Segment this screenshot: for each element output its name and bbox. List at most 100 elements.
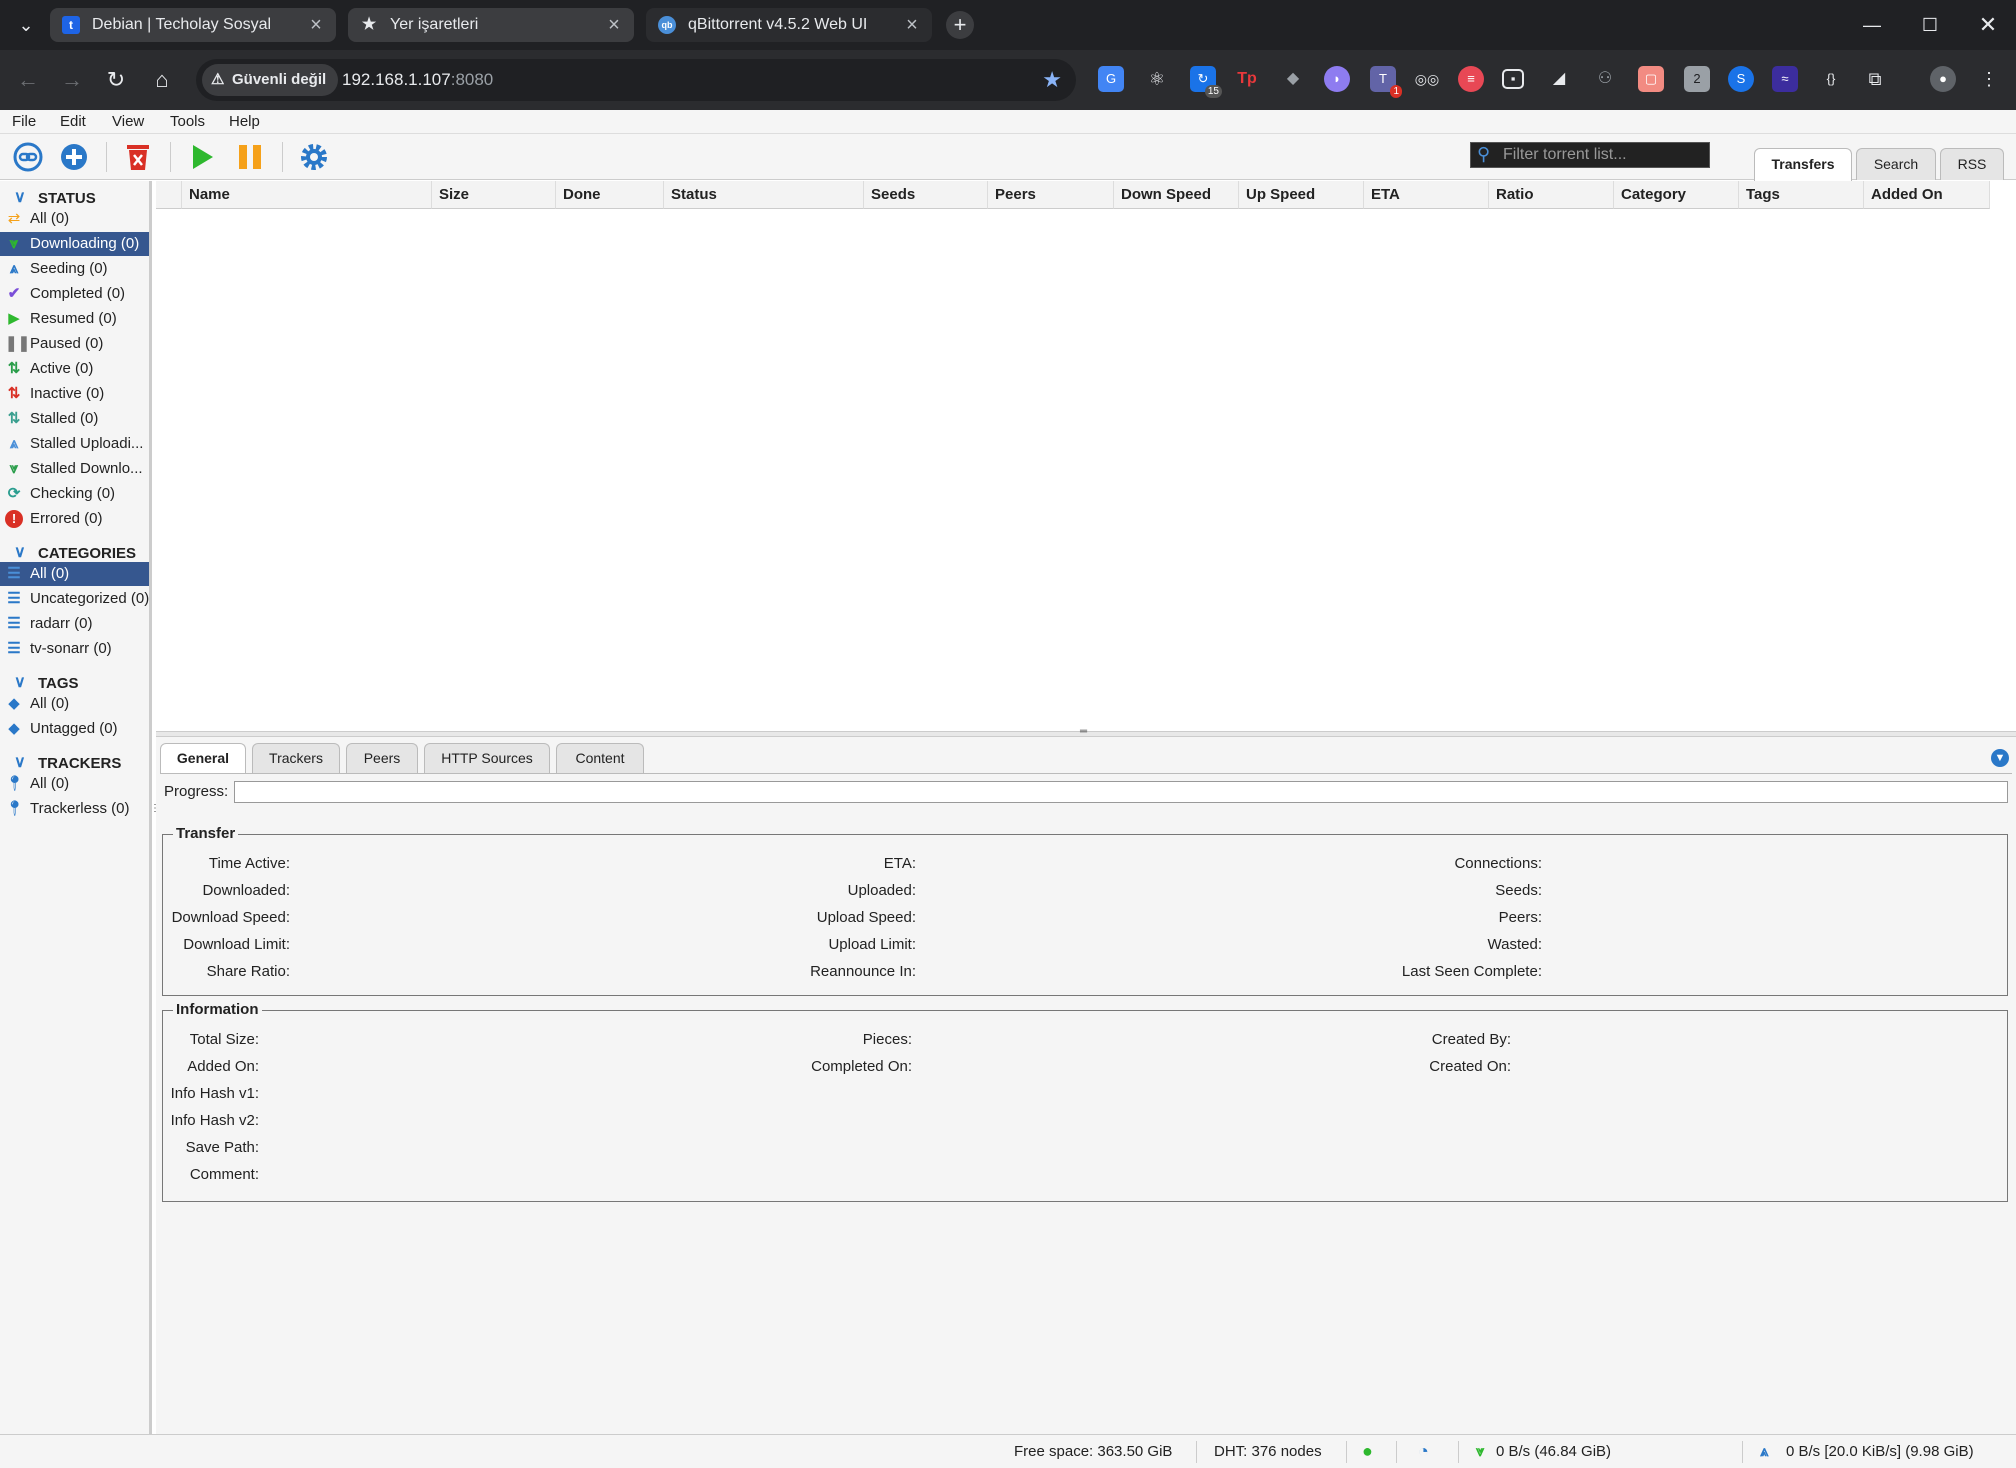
column-header-status[interactable]: Status — [664, 181, 864, 209]
profile-avatar[interactable]: ● — [1930, 66, 1956, 92]
tab-search-chevron-icon[interactable]: ⌄ — [10, 10, 42, 40]
column-header-ratio[interactable]: Ratio — [1489, 181, 1614, 209]
tag-filter-all[interactable]: ◆ All (0) — [0, 692, 149, 716]
close-tab-icon[interactable]: × — [304, 8, 328, 42]
wave-extension-icon[interactable]: ≈ — [1772, 66, 1798, 92]
people-extension-icon[interactable]: ⚇ — [1592, 66, 1618, 92]
collapse-panel-icon[interactable]: ▼ — [1991, 749, 2009, 767]
category-filter-tv-sonarr[interactable]: ☰ tv-sonarr (0) — [0, 637, 149, 661]
tab-trackers[interactable]: Trackers — [252, 743, 340, 773]
browser-tab-bookmarks[interactable]: ★ Yer işaretleri × — [348, 8, 634, 42]
menu-view[interactable]: View — [112, 113, 144, 130]
tab-general[interactable]: General — [160, 743, 246, 773]
category-filter-uncategorized[interactable]: ☰ Uncategorized (0) — [0, 587, 149, 611]
crop-extension-icon[interactable]: ▢ — [1638, 66, 1664, 92]
status-filter-paused[interactable]: ❚❚ Paused (0) — [0, 332, 149, 356]
column-header-category[interactable]: Category — [1614, 181, 1739, 209]
sidebar-resize-grip[interactable]: ⋮ — [150, 803, 160, 814]
tab-peers[interactable]: Peers — [346, 743, 418, 773]
browser-tab-debian[interactable]: t Debian | Techolay Sosyal × — [50, 8, 336, 42]
home-icon[interactable]: ⌂ — [146, 64, 178, 96]
pause-icon[interactable] — [234, 141, 266, 173]
column-header-seeds[interactable]: Seeds — [864, 181, 988, 209]
tags-section-header[interactable]: ∨ TAGS — [0, 670, 149, 694]
column-header-size[interactable]: Size — [432, 181, 556, 209]
address-bar[interactable]: ⚠ Güvenli değil 192.168.1.107:8080 ★ — [196, 59, 1076, 101]
column-header-done[interactable]: Done — [556, 181, 664, 209]
column-header-eta[interactable]: ETA — [1364, 181, 1489, 209]
status-filter-stalled-uploading[interactable]: ⩓ Stalled Uploadi... — [0, 432, 149, 456]
tab-http-sources[interactable]: HTTP Sources — [424, 743, 550, 773]
status-filter-inactive[interactable]: ⇅ Inactive (0) — [0, 382, 149, 406]
react-extension-icon[interactable]: ⚛ — [1144, 66, 1170, 92]
category-filter-all[interactable]: ☰ All (0) — [0, 562, 149, 586]
close-tab-icon[interactable]: × — [900, 8, 924, 42]
tracker-filter-all[interactable]: 📍︎ All (0) — [0, 772, 149, 796]
tracker-filter-trackerless[interactable]: 📍︎ Trackerless (0) — [0, 797, 149, 821]
sync-extension-icon[interactable]: ↻ 15 — [1190, 66, 1222, 98]
tab-content[interactable]: Content — [556, 743, 644, 773]
options-gear-icon[interactable] — [298, 141, 330, 173]
column-header-checkbox[interactable] — [156, 181, 182, 209]
close-window-icon[interactable]: ✕ — [1968, 10, 2008, 40]
status-filter-completed[interactable]: ✔ Completed (0) — [0, 282, 149, 306]
glasses-extension-icon[interactable]: ◎◎ — [1414, 66, 1440, 92]
category-filter-radarr[interactable]: ☰ radarr (0) — [0, 612, 149, 636]
eraser-extension-icon[interactable]: ◢ — [1546, 66, 1572, 92]
purple-extension-icon[interactable]: ◗ — [1324, 66, 1350, 92]
window-extension-icon[interactable]: ▪ — [1502, 69, 1524, 89]
back-arrow-icon[interactable]: ← — [12, 64, 44, 96]
not-secure-chip[interactable]: ⚠ Güvenli değil — [202, 64, 339, 96]
browser-menu-icon[interactable]: ⋮ — [1976, 66, 2002, 92]
menu-tools[interactable]: Tools — [170, 113, 205, 130]
status-filter-checking[interactable]: ⟳ Checking (0) — [0, 482, 149, 506]
tab-search[interactable]: Search — [1856, 148, 1936, 180]
status-section-header[interactable]: ∨ STATUS — [0, 185, 149, 209]
bookmark-star-icon[interactable]: ★ — [1042, 59, 1062, 101]
add-torrent-link-icon[interactable] — [12, 141, 44, 173]
translate-extension-icon[interactable]: G — [1098, 66, 1124, 92]
column-header-up-speed[interactable]: Up Speed — [1239, 181, 1364, 209]
minimize-icon[interactable]: — — [1852, 10, 1892, 40]
status-filter-downloading[interactable]: ⩔ Downloading (0) — [0, 232, 149, 256]
json-extension-icon[interactable]: {} — [1818, 66, 1844, 92]
menu-help[interactable]: Help — [229, 113, 260, 130]
browser-tab-qbittorrent[interactable]: qb qBittorrent v4.5.2 Web UI × — [646, 8, 932, 42]
extensions-puzzle-icon[interactable]: ⧉ — [1862, 66, 1888, 92]
blue-s-extension-icon[interactable]: S — [1728, 66, 1754, 92]
puzzle-extension-icon[interactable]: ◆ — [1280, 66, 1306, 92]
status-filter-errored[interactable]: ! Errored (0) — [0, 507, 149, 531]
filter-torrent-input[interactable] — [1503, 145, 1703, 165]
status-filter-all[interactable]: ⇄ All (0) — [0, 207, 149, 231]
menu-file[interactable]: File — [12, 113, 36, 130]
connection-status-globe-icon[interactable]: ● — [1362, 1441, 1373, 1462]
column-header-tags[interactable]: Tags — [1739, 181, 1864, 209]
maximize-icon[interactable]: ☐ — [1910, 10, 1950, 40]
column-header-name[interactable]: Name — [182, 181, 432, 209]
status-filter-active[interactable]: ⇅ Active (0) — [0, 357, 149, 381]
red-circle-extension-icon[interactable]: ≡ — [1458, 66, 1484, 92]
resume-play-icon[interactable] — [186, 141, 218, 173]
new-tab-button[interactable]: + — [946, 11, 974, 39]
categories-section-header[interactable]: ∨ CATEGORIES — [0, 540, 149, 564]
tag-filter-untagged[interactable]: ◆ Untagged (0) — [0, 717, 149, 741]
tp-extension-icon[interactable]: Tp — [1234, 66, 1260, 92]
status-filter-stalled[interactable]: ⇅ Stalled (0) — [0, 407, 149, 431]
tab-rss[interactable]: RSS — [1940, 148, 2004, 180]
speed-limit-toggle-icon[interactable]: ◔ — [1418, 1441, 1429, 1462]
status-filter-stalled-downloading[interactable]: ⩔ Stalled Downlo... — [0, 457, 149, 481]
column-header-peers[interactable]: Peers — [988, 181, 1114, 209]
delete-torrent-icon[interactable] — [122, 141, 154, 173]
column-header-added-on[interactable]: Added On — [1864, 181, 1990, 209]
status-filter-resumed[interactable]: ▶ Resumed (0) — [0, 307, 149, 331]
reload-icon[interactable]: ↻ — [100, 64, 132, 96]
add-torrent-file-icon[interactable] — [58, 141, 90, 173]
close-tab-icon[interactable]: × — [602, 8, 626, 42]
forward-arrow-icon[interactable]: → — [56, 64, 88, 96]
menu-edit[interactable]: Edit — [60, 113, 86, 130]
grey-extension-icon[interactable]: 2 — [1684, 66, 1710, 92]
teams-extension-icon[interactable]: T1 — [1370, 66, 1402, 98]
column-header-down-speed[interactable]: Down Speed — [1114, 181, 1239, 209]
trackers-section-header[interactable]: ∨ TRACKERS — [0, 750, 149, 774]
tab-transfers[interactable]: Transfers — [1754, 148, 1852, 181]
